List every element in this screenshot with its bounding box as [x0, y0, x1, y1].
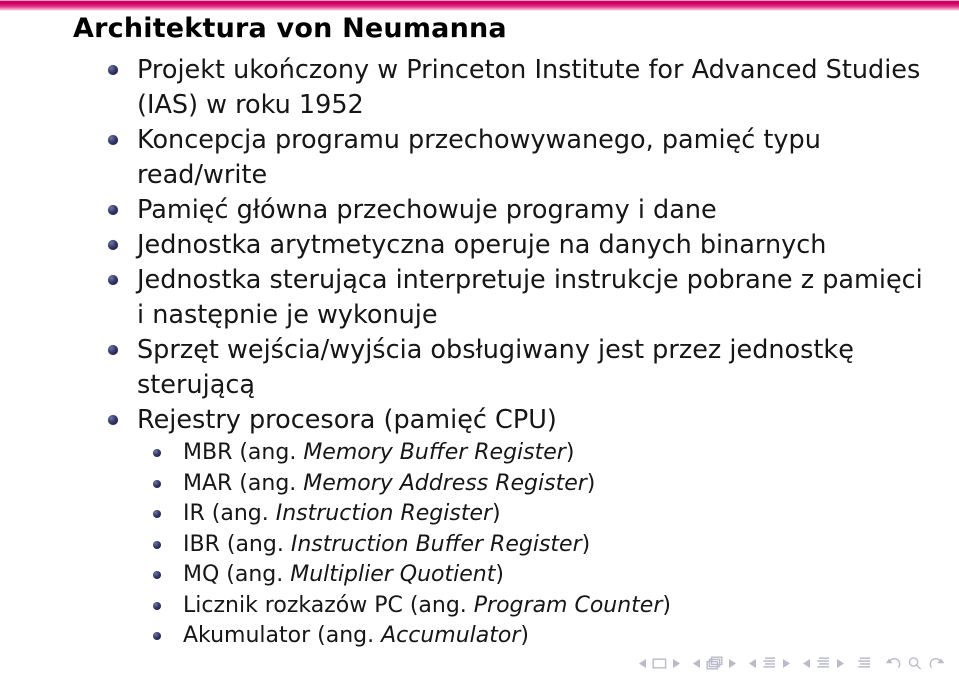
document-icon[interactable]	[857, 656, 872, 671]
sub-item-tail: )	[581, 531, 591, 557]
prev-frame-icon[interactable]	[693, 658, 701, 669]
list-item-label: Sprzęt wejścia/wyjścia obsługiwany jest …	[137, 335, 854, 400]
sub-item-label: Akumulator (ang.	[183, 623, 382, 648]
list-item: Pamięć główna przechowuje programy i dan…	[0, 193, 959, 228]
list-item: Licznik rozkazów PC (ang. Program Counte…	[0, 591, 959, 622]
list-item: MQ (ang. Multiplier Quotient)	[0, 560, 959, 591]
sub-item-label: MQ (ang.	[183, 562, 291, 587]
list-item-label: Jednostka arytmetyczna operuje na danych…	[137, 230, 827, 260]
sub-item-english-term: Instruction Register	[275, 501, 493, 526]
sub-item-tail: )	[662, 592, 671, 618]
sub-item-tail: )	[520, 623, 529, 648]
subsection-navigation-group[interactable]	[749, 656, 790, 671]
sub-bullet-icon	[153, 540, 161, 549]
list-item: Akumulator (ang. Accumulator)	[0, 621, 959, 652]
bullet-icon	[108, 415, 118, 425]
bullet-icon	[108, 135, 118, 145]
search-icon[interactable]	[907, 656, 923, 671]
sub-bullet-icon	[153, 479, 161, 488]
list-item: MAR (ang. Memory Address Register)	[0, 469, 959, 500]
sub-item-label: MAR (ang.	[183, 470, 304, 496]
sub-bullet-icon	[153, 510, 161, 518]
section-navigation-group[interactable]	[803, 656, 844, 671]
list-item: MBR (ang. Memory Buffer Register)	[0, 438, 959, 469]
history-group[interactable]	[885, 656, 945, 671]
list-item-label: Projekt ukończony w Princeton Institute …	[137, 55, 921, 120]
list-item: Koncepcja programu przechowywanego, pami…	[0, 123, 959, 193]
bullet-icon	[108, 65, 118, 75]
frame-navigation-group[interactable]	[693, 656, 736, 671]
bullet-icon	[108, 275, 118, 285]
bullet-icon	[108, 345, 118, 355]
list-item: Rejestry procesora (pamięć CPU)	[0, 403, 959, 438]
next-slide-icon[interactable]	[672, 658, 680, 669]
prev-slide-icon[interactable]	[639, 658, 647, 669]
list-item: Jednostka arytmetyczna operuje na danych…	[0, 228, 959, 263]
sub-item-english-term: Memory Buffer Register	[303, 440, 566, 465]
sub-item-tail: )	[586, 470, 596, 496]
sub-item-english-term: Instruction Buffer Register	[290, 531, 582, 557]
list-item-label: Koncepcja programu przechowywanego, pami…	[137, 125, 821, 190]
sub-item-label: IBR (ang.	[183, 531, 291, 557]
frame-stack-icon[interactable]	[706, 656, 723, 671]
list-item-label: Pamięć główna przechowuje programy i dan…	[137, 195, 717, 225]
forward-arrow-icon[interactable]	[928, 656, 945, 671]
sub-item-tail: )	[565, 440, 575, 465]
prev-section-icon[interactable]	[803, 658, 811, 669]
list-item-label: Jednostka sterująca interpretuje instruk…	[137, 265, 923, 330]
sub-item-tail: )	[495, 562, 504, 587]
sub-item-english-term: Accumulator	[381, 623, 521, 648]
subsection-icon[interactable]	[762, 656, 777, 671]
back-arrow-icon[interactable]	[885, 656, 902, 671]
list-item-label: Rejestry procesora (pamięć CPU)	[137, 405, 557, 435]
slide-content: Projekt ukończony w Princeton Institute …	[0, 53, 959, 652]
page-title: Architektura von Neumanna	[73, 13, 507, 44]
list-item: IBR (ang. Instruction Buffer Register)	[0, 530, 959, 561]
sub-bullet-icon	[153, 449, 161, 457]
list-item: Projekt ukończony w Princeton Institute …	[0, 53, 959, 123]
beamer-navigation-bar[interactable]	[639, 656, 945, 671]
header-accent-bar	[0, 0, 959, 11]
bullet-icon	[108, 240, 118, 250]
list-item: Sprzęt wejścia/wyjścia obsługiwany jest …	[0, 333, 959, 403]
sub-item-english-term: Program Counter	[473, 592, 663, 618]
section-icon[interactable]	[816, 656, 831, 671]
sub-item-english-term: Memory Address Register	[303, 470, 587, 496]
sub-item-label: MBR (ang.	[183, 440, 304, 465]
next-section-icon[interactable]	[836, 658, 844, 669]
next-subsection-icon[interactable]	[782, 658, 790, 669]
beamer-slide: Architektura von Neumanna Projekt ukończ…	[0, 0, 959, 679]
sub-bullet-icon	[153, 571, 161, 579]
next-frame-icon[interactable]	[728, 658, 736, 669]
sub-item-tail: )	[492, 501, 501, 526]
presentation-group[interactable]	[857, 656, 872, 671]
sub-bullet-icon	[153, 632, 161, 640]
list-item: IR (ang. Instruction Register)	[0, 499, 959, 530]
bullet-icon	[108, 205, 118, 215]
sub-item-english-term: Multiplier Quotient	[290, 562, 496, 587]
slide-icon[interactable]	[652, 657, 667, 670]
list-item: Jednostka sterująca interpretuje instruk…	[0, 263, 959, 333]
sub-item-label: Licznik rozkazów PC (ang.	[183, 592, 474, 618]
slide-navigation-group[interactable]	[639, 657, 680, 670]
sub-bullet-icon	[153, 601, 161, 610]
prev-subsection-icon[interactable]	[749, 658, 757, 669]
sub-item-label: IR (ang.	[183, 501, 276, 526]
